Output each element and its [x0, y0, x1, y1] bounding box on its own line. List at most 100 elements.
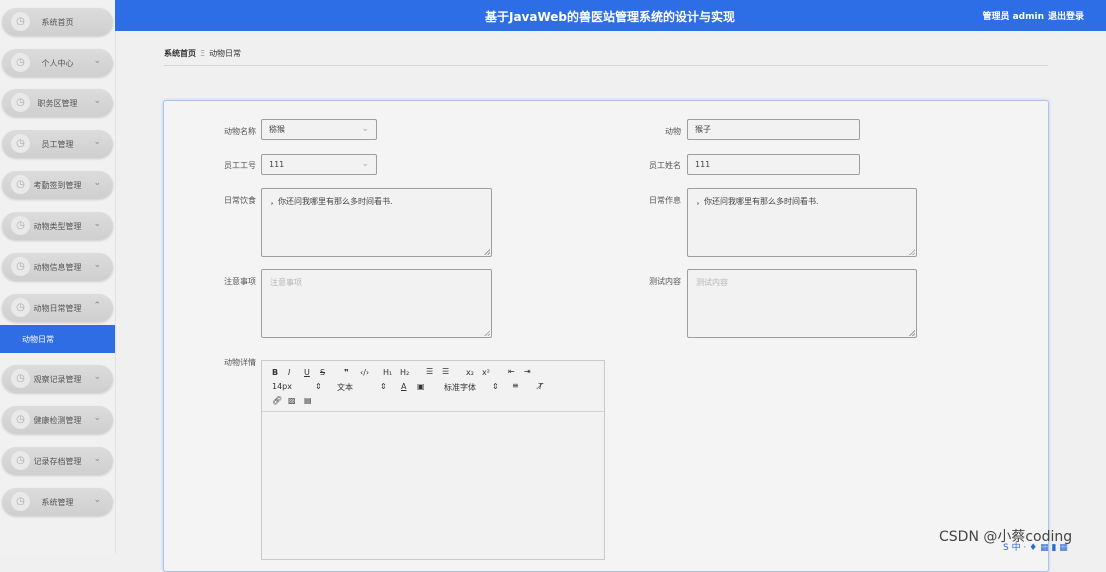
chevron-down-icon: ⌄: [93, 495, 101, 505]
video-icon[interactable]: ▤: [304, 396, 312, 405]
sidebar-item-home[interactable]: ◷ 系统首页: [2, 8, 113, 36]
animal-name-value: 猕猴: [269, 125, 285, 134]
sidebar-item-health[interactable]: ◷ 健康检测管理 ⌄: [2, 406, 113, 434]
sidebar-item-archive[interactable]: ◷ 记录存档管理 ⌄: [2, 447, 113, 475]
chevron-updown-icon: ⇕: [315, 382, 322, 391]
sidebar-item-animal-type[interactable]: ◷ 动物类型管理 ⌄: [2, 212, 113, 240]
underline-icon[interactable]: U: [304, 368, 310, 377]
quote-icon[interactable]: ❞: [344, 368, 349, 377]
sidebar-subitem-label: 动物日常: [22, 335, 54, 344]
test-label: 测试内容: [649, 277, 681, 286]
staff-no-label: 员工工号: [224, 161, 256, 170]
editor-content-area[interactable]: [262, 412, 604, 562]
detail-label: 动物详情: [224, 358, 256, 367]
superscript-icon[interactable]: x²: [482, 368, 490, 377]
input-method-tray-icon: S 中 · ♦ ▦ ▮ ▦: [1003, 543, 1068, 553]
chevron-up-icon: ⌃: [93, 301, 101, 311]
background-color-icon[interactable]: ▣: [417, 382, 425, 391]
chevron-down-icon: ⌄: [93, 56, 101, 66]
breadcrumb-separator: Ξ: [200, 49, 206, 58]
staff-name-field[interactable]: 111: [687, 154, 860, 175]
chevron-down-icon: ⌄: [361, 124, 369, 134]
sidebar-subitem-animal-daily[interactable]: 动物日常: [0, 325, 115, 353]
text-type-select[interactable]: 文本: [337, 382, 353, 393]
staff-name-value: 111: [695, 160, 711, 169]
chevron-down-icon: ⌄: [93, 372, 101, 382]
resize-handle-icon[interactable]: [909, 330, 915, 336]
italic-icon[interactable]: I: [288, 368, 290, 377]
image-icon[interactable]: ▨: [288, 396, 296, 405]
routine-value: ，你还问我哪里有那么多时间看书.: [696, 197, 819, 206]
subscript-icon[interactable]: x₂: [466, 368, 474, 377]
diet-value: ，你还问我哪里有那么多时间看书.: [270, 197, 393, 206]
sidebar-item-personal[interactable]: ◷ 个人中心 ⌄: [2, 49, 113, 77]
chevron-down-icon: ⌄: [93, 96, 101, 106]
chevron-updown-icon: ⇕: [492, 382, 499, 391]
animal-name-label: 动物名称: [224, 127, 256, 136]
test-textarea[interactable]: 测试内容: [687, 269, 917, 338]
chevron-down-icon: ⌄: [93, 454, 101, 464]
outdent-icon[interactable]: ⇥: [524, 367, 531, 376]
strikethrough-icon[interactable]: S: [320, 368, 325, 377]
sidebar-item-label: 系统首页: [41, 18, 74, 27]
sidebar: ◷ 系统首页 ◷ 个人中心 ⌄ ◷ 职务区管理 ⌄ ◷ 员工管理 ⌄ ◷ 考勤签…: [0, 0, 116, 554]
animal-name-select[interactable]: 猕猴 ⌄: [261, 119, 377, 140]
notes-label: 注意事项: [224, 277, 256, 286]
resize-handle-icon[interactable]: [484, 330, 490, 336]
diet-textarea[interactable]: ，你还问我哪里有那么多时间看书.: [261, 188, 492, 257]
diet-label: 日常饮食: [224, 196, 256, 205]
user-label: 管理员 admin: [982, 12, 1044, 22]
chevron-down-icon: ⌄: [93, 219, 101, 229]
notes-textarea[interactable]: 注意事项: [261, 269, 492, 338]
staff-no-value: 111: [269, 160, 285, 169]
indent-icon[interactable]: ⇤: [508, 367, 515, 376]
top-header: 基于JavaWeb的兽医站管理系统的设计与实现 管理员 admin 退出登录: [115, 0, 1106, 31]
chevron-down-icon: ⌄: [93, 178, 101, 188]
breadcrumb-current: 动物日常: [209, 49, 242, 58]
editor-toolbar: B I U S ❞ ‹/› H₁ H₂ ☰ ☰ x₂ x² ⇤ ⇥ 14px ⇕…: [262, 361, 604, 412]
notes-placeholder: 注意事项: [270, 278, 302, 287]
chevron-down-icon: ⌄: [93, 260, 101, 270]
page-title: 基于JavaWeb的兽医站管理系统的设计与实现: [484, 10, 736, 24]
chevron-down-icon: ⌄: [93, 413, 101, 423]
ordered-list-icon[interactable]: ☰: [426, 367, 433, 376]
animal-field[interactable]: 猴子: [687, 119, 860, 140]
breadcrumb: 系统首页 Ξ 动物日常: [164, 48, 241, 59]
font-family-value: 标准字体: [444, 383, 476, 392]
rich-text-editor: B I U S ❞ ‹/› H₁ H₂ ☰ ☰ x₂ x² ⇤ ⇥ 14px ⇕…: [261, 360, 605, 560]
sidebar-item-attendance[interactable]: ◷ 考勤签到管理 ⌄: [2, 171, 113, 199]
font-size-value: 14px: [272, 382, 292, 391]
code-icon[interactable]: ‹/›: [360, 368, 369, 377]
routine-textarea[interactable]: ，你还问我哪里有那么多时间看书.: [687, 188, 917, 257]
sidebar-item-animal-daily[interactable]: ◷ 动物日常管理 ⌃: [2, 294, 113, 322]
font-color-icon[interactable]: A: [401, 382, 406, 391]
clear-format-icon[interactable]: T̸: [538, 382, 543, 391]
font-size-select[interactable]: 14px: [272, 382, 292, 391]
sidebar-item-observation[interactable]: ◷ 观察记录管理 ⌄: [2, 365, 113, 393]
resize-handle-icon[interactable]: [484, 249, 490, 255]
sidebar-item-system[interactable]: ◷ 系统管理 ⌄: [2, 488, 113, 516]
breadcrumb-divider: [164, 65, 1048, 66]
align-icon[interactable]: ≡: [512, 381, 519, 390]
font-family-select[interactable]: 标准字体: [444, 382, 476, 393]
text-type-value: 文本: [337, 383, 353, 392]
logout-link[interactable]: 退出登录: [1048, 9, 1084, 22]
breadcrumb-home[interactable]: 系统首页: [164, 49, 196, 58]
chevron-updown-icon: ⇕: [380, 382, 387, 391]
sidebar-item-animal-info[interactable]: ◷ 动物信息管理 ⌄: [2, 253, 113, 281]
h1-icon[interactable]: H₁: [383, 368, 392, 377]
sidebar-item-duty[interactable]: ◷ 职务区管理 ⌄: [2, 89, 113, 117]
h2-icon[interactable]: H₂: [400, 368, 409, 377]
staff-name-label: 员工姓名: [649, 161, 681, 170]
chevron-down-icon: ⌄: [93, 137, 101, 147]
resize-handle-icon[interactable]: [909, 249, 915, 255]
link-icon[interactable]: 🔗︎: [272, 396, 282, 405]
test-placeholder: 测试内容: [696, 278, 728, 287]
bullet-list-icon[interactable]: ☰: [442, 367, 449, 376]
routine-label: 日常作息: [649, 196, 681, 205]
bold-icon[interactable]: B: [272, 368, 278, 377]
animal-label: 动物: [665, 127, 681, 136]
staff-no-select[interactable]: 111 ⌄: [261, 154, 377, 175]
sidebar-item-staff[interactable]: ◷ 员工管理 ⌄: [2, 130, 113, 158]
animal-value: 猴子: [695, 125, 711, 134]
